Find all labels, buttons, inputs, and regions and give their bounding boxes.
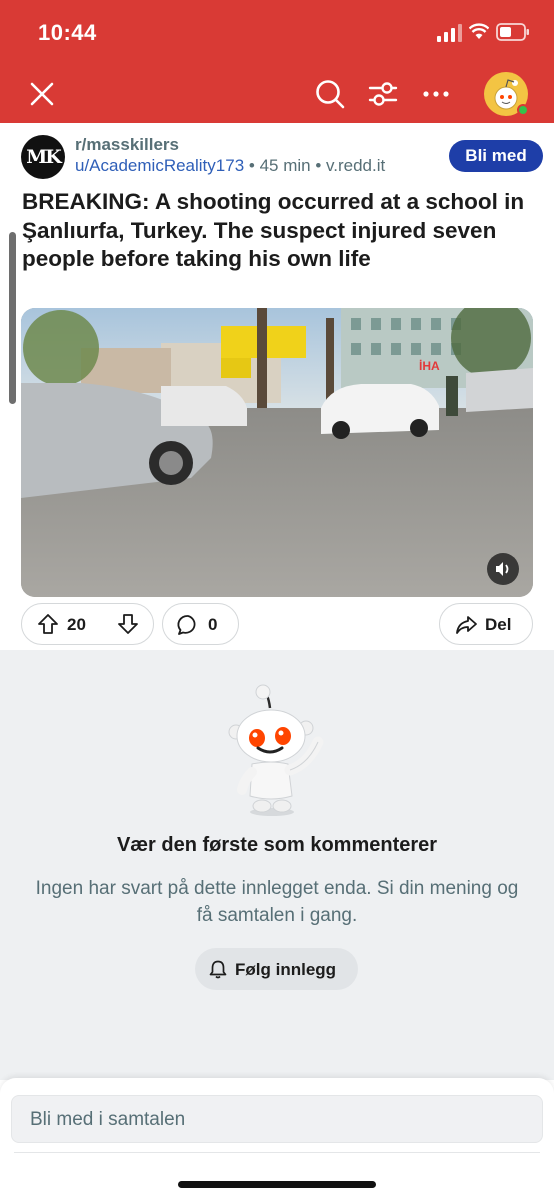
- share-icon: [456, 616, 477, 634]
- home-indicator[interactable]: [178, 1181, 376, 1188]
- vote-control: 20: [21, 603, 154, 645]
- online-indicator: [517, 104, 529, 116]
- snoo-mascot-icon: [228, 684, 324, 816]
- status-time: 10:44: [38, 20, 97, 45]
- sliders-icon[interactable]: [367, 78, 399, 110]
- comment-icon: [177, 615, 196, 635]
- comment-composer: Bli med i samtalen: [0, 1078, 554, 1199]
- more-icon[interactable]: [420, 78, 452, 110]
- upvote-count: 20: [67, 615, 86, 634]
- post-domain[interactable]: v.redd.it: [326, 156, 385, 175]
- user-avatar[interactable]: [484, 72, 529, 116]
- video-sign-text: İHA: [419, 358, 440, 373]
- subreddit-avatar[interactable]: MK: [21, 135, 65, 179]
- navbar: [0, 64, 554, 123]
- upvote-icon[interactable]: [37, 613, 59, 635]
- top-bar: 10:44: [0, 0, 554, 123]
- sound-icon: [496, 562, 509, 576]
- post-meta: u/AcademicReality173 • 45 min • v.redd.i…: [75, 156, 385, 176]
- signal-icon: [437, 24, 462, 42]
- post-header: MK r/masskillers u/AcademicReality173 • …: [0, 123, 554, 185]
- close-icon[interactable]: [28, 80, 56, 108]
- comments-button[interactable]: 0: [162, 603, 239, 645]
- share-label: Del: [485, 615, 512, 634]
- follow-post-label: Følg innlegg: [235, 960, 337, 979]
- wifi-icon: [469, 23, 489, 39]
- post-video[interactable]: İHA: [21, 308, 533, 597]
- scroll-indicator: [9, 232, 16, 404]
- join-button[interactable]: Bli med: [449, 140, 543, 172]
- share-button[interactable]: Del: [439, 603, 533, 645]
- search-icon[interactable]: [314, 78, 346, 110]
- status-bar: 10:44: [0, 0, 554, 64]
- subreddit-name[interactable]: r/masskillers: [75, 135, 179, 155]
- author-link[interactable]: u/AcademicReality173: [75, 156, 244, 175]
- video-frame: İHA: [21, 308, 533, 597]
- post-actions: 20 0 Del: [0, 600, 554, 650]
- empty-title: Vær den første som kommenterer: [116, 834, 438, 856]
- sound-button[interactable]: [487, 553, 519, 585]
- comment-input[interactable]: Bli med i samtalen: [11, 1095, 543, 1143]
- bell-icon: [209, 960, 227, 979]
- battery-icon: [496, 23, 529, 41]
- empty-subtitle: Ingen har svart på dette innlegget enda.…: [35, 878, 519, 926]
- empty-comments: Vær den første som kommenterer Ingen har…: [0, 650, 554, 1080]
- follow-post-button[interactable]: Følg innlegg: [195, 948, 358, 990]
- post-time: • 45 min •: [248, 156, 322, 175]
- post-title: BREAKING: A shooting occurred at a schoo…: [22, 189, 525, 271]
- comment-placeholder: Bli med i samtalen: [30, 1109, 186, 1130]
- composer-divider: [14, 1152, 540, 1153]
- downvote-icon[interactable]: [117, 613, 139, 635]
- comment-count: 0: [208, 615, 218, 634]
